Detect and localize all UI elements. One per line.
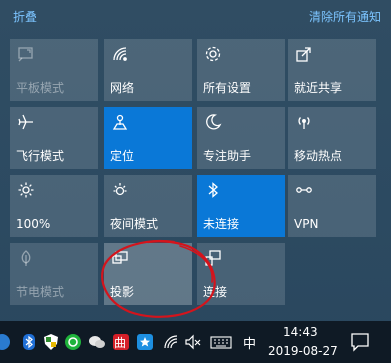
hotspot-icon [298,117,310,129]
share-icon [296,47,311,62]
tile-vpn[interactable]: VPN [288,175,376,237]
tile-battery-saver[interactable]: 节电模式 [10,243,98,305]
tile-night-light[interactable]: 夜间模式 [104,175,192,237]
tablet-mode-icon [18,47,33,62]
tile-label: VPN [294,217,319,231]
app-partial-icon[interactable] [0,333,12,351]
vpn-icon [296,187,312,193]
network-icon [113,47,127,61]
tile-nearby-share[interactable]: 就近共享 [288,39,376,101]
wechat-icon[interactable] [88,333,106,351]
tile-label: 就近共享 [294,81,343,95]
tile-label: 节电模式 [16,285,65,299]
gear-icon [205,46,221,62]
volume-muted-icon[interactable] [184,333,202,351]
tile-label: 平板模式 [16,81,65,95]
tile-label: 飞行模式 [16,149,65,163]
tile-label: 投影 [110,285,135,299]
tile-network[interactable]: 网络 [104,39,192,101]
moon-icon [206,114,222,130]
tile-brightness[interactable]: 100% [10,175,98,237]
clock-time[interactable]: 14:43 [283,325,318,339]
star-app-icon[interactable] [136,333,154,351]
red-app-icon[interactable]: 曲 [112,333,130,351]
tile-label: 所有设置 [203,81,252,95]
collapse-link[interactable]: 折叠 [13,8,37,25]
security-shield-icon[interactable] [42,333,60,351]
tile-label: 移动热点 [294,149,343,163]
airplane-icon [18,114,33,130]
tile-label: 夜间模式 [110,217,159,231]
connect-icon [205,250,221,266]
action-center-panel: 折叠 清除所有通知 平板模式 网络 所有设置 就近共享 飞行模式 定位 专注助手… [0,0,391,363]
tile-label: 100% [16,217,51,231]
tile-label: 定位 [110,149,135,163]
red-app-label: 曲 [114,336,127,350]
ime-indicator[interactable]: 中 [243,333,256,352]
keyboard-icon[interactable] [210,333,232,351]
tile-project[interactable]: 投影 [104,243,192,305]
bluetooth-icon [208,182,218,198]
project-icon [112,251,128,264]
bluetooth-tray-icon[interactable] [20,333,38,351]
tile-location[interactable]: 定位 [104,107,192,169]
location-icon [112,114,128,130]
taskbar: 曲 中 14:43 2019-08-27 [0,321,391,363]
tile-label: 连接 [203,285,228,299]
wifi-tray-icon[interactable] [162,333,180,351]
clock-date[interactable]: 2019-08-27 [268,344,338,358]
leaf-icon [21,250,31,266]
brightness-icon [18,182,34,198]
tile-all-settings[interactable]: 所有设置 [197,39,285,101]
tile-tablet-mode[interactable]: 平板模式 [10,39,98,101]
tile-focus-assist[interactable]: 专注助手 [197,107,285,169]
wechat-green-icon[interactable] [64,333,82,351]
clear-all-notifications-link[interactable]: 清除所有通知 [309,8,381,25]
tile-label: 网络 [110,81,135,95]
tile-connect[interactable]: 连接 [197,243,285,305]
tile-bluetooth[interactable]: 未连接 [197,175,285,237]
night-light-icon [113,183,127,196]
tile-airplane-mode[interactable]: 飞行模式 [10,107,98,169]
tile-label: 专注助手 [203,149,252,163]
tile-label: 未连接 [203,217,240,231]
notification-center-icon[interactable] [350,332,370,352]
tile-mobile-hotspot[interactable]: 移动热点 [288,107,376,169]
